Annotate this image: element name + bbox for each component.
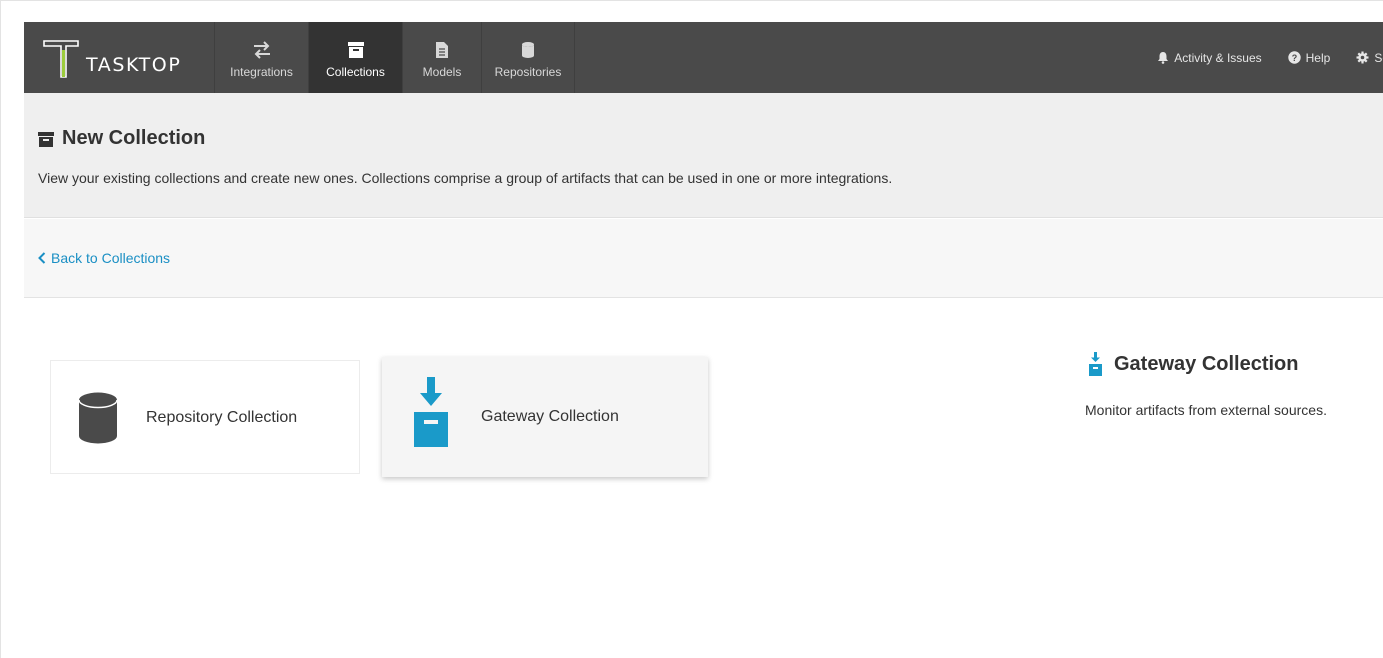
question-circle-icon: ? (1287, 51, 1301, 64)
gateway-inbox-icon (414, 377, 448, 447)
nav-tab-integrations[interactable]: Integrations (214, 22, 308, 93)
page-header: New Collection View your existing collec… (24, 93, 1383, 218)
nav-tab-label: Repositories (494, 65, 562, 79)
back-bar: Back to Collections (24, 219, 1383, 298)
settings-label: Se (1374, 50, 1383, 65)
nav-tab-models[interactable]: Models (402, 22, 481, 93)
nav-tab-repositories[interactable]: Repositories (481, 22, 575, 93)
info-description: Monitor artifacts from external sources. (1085, 402, 1327, 418)
repository-collection-label: Repository Collection (146, 409, 298, 426)
nav-tab-collections[interactable]: Collections (308, 22, 402, 93)
brand-logo[interactable]: TASKTOP (24, 22, 214, 93)
chevron-left-icon (38, 252, 46, 264)
navbar-right-links: Activity & Issues ? Help Se (1157, 22, 1383, 93)
page-description: View your existing collections and creat… (38, 170, 893, 186)
info-title-text: Gateway Collection (1114, 352, 1299, 375)
archive-box-icon (38, 131, 54, 147)
database-icon (521, 37, 535, 59)
nav-tab-label: Collections (326, 65, 385, 79)
tasktop-logo-icon (43, 40, 79, 78)
gateway-collection-label: Gateway Collection (481, 408, 619, 425)
document-icon (435, 37, 449, 59)
svg-text:?: ? (1291, 53, 1297, 63)
info-title: Gateway Collection (1088, 352, 1299, 376)
settings-link[interactable]: Se (1356, 51, 1383, 65)
page-title: New Collection (38, 127, 205, 150)
bell-icon (1158, 52, 1169, 64)
arrows-exchange-icon (252, 37, 272, 59)
gateway-inbox-icon (1089, 352, 1102, 376)
nav-tab-label: Integrations (230, 65, 293, 79)
activity-issues-label: Activity & Issues (1174, 50, 1262, 65)
repository-collection-card[interactable]: Repository Collection (50, 360, 360, 474)
archive-box-icon (347, 37, 365, 59)
database-icon (78, 392, 118, 444)
top-navbar: TASKTOP Integrations Collections Models … (24, 22, 1383, 93)
gateway-collection-card[interactable]: Gateway Collection (382, 357, 708, 477)
help-label: Help (1305, 50, 1331, 65)
gear-icon (1356, 51, 1369, 64)
back-link-label: Back to Collections (51, 250, 171, 266)
page-title-text: New Collection (62, 127, 206, 149)
back-to-collections-link[interactable]: Back to Collections (38, 250, 170, 266)
activity-issues-link[interactable]: Activity & Issues (1157, 50, 1262, 65)
nav-tab-label: Models (422, 65, 462, 79)
help-link[interactable]: ? Help (1287, 50, 1331, 65)
brand-name: TASKTOP (86, 54, 182, 76)
